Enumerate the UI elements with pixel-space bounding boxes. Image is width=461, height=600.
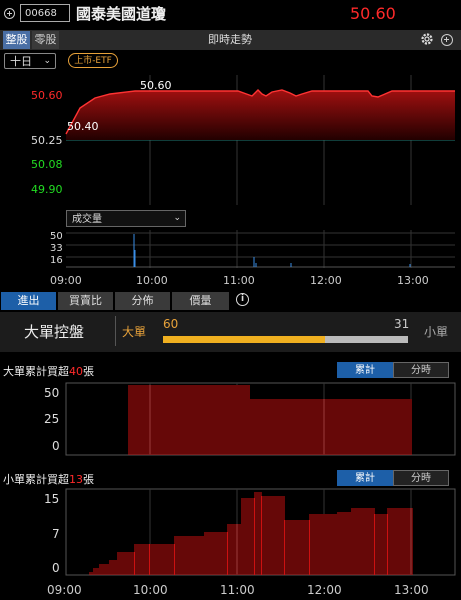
x-label-1300: 13:00 (397, 274, 429, 287)
tab-price-volume[interactable]: 價量 (172, 292, 229, 310)
small-chart-title-prefix: 小單累計買超 (3, 473, 69, 486)
high-annotation: 50.60 (140, 79, 172, 92)
gear-icon[interactable] (420, 32, 434, 46)
big-order-chart (65, 382, 456, 456)
range-select-value: 十日 (10, 55, 32, 68)
small-chart-title-value: 13 (69, 473, 83, 486)
stock-name: 國泰美國道瓊 (76, 5, 167, 23)
big-cumulative-button[interactable]: 累計 (337, 362, 393, 378)
volume-y-label-50: 50 (50, 231, 63, 242)
range-select[interactable]: 十日 ⌄ (4, 53, 56, 69)
current-price: 50.60 (350, 4, 396, 23)
price-y-label-mid: 50.08 (31, 158, 63, 171)
volume-select-value: 成交量 (72, 214, 102, 225)
x-label-1200: 12:00 (310, 274, 342, 287)
small-intraday-button[interactable]: 分時 (393, 470, 449, 486)
small-order-chart (65, 488, 456, 576)
bottom-x-label-1200: 12:00 (307, 583, 342, 597)
chevron-down-icon: ⌄ (173, 213, 181, 223)
big-order-label: 大單 (122, 325, 147, 339)
big-chart-title-value: 40 (69, 365, 83, 378)
small-chart-title-suffix: 張 (83, 473, 94, 486)
bottom-x-label-1300: 13:00 (394, 583, 429, 597)
bottom-x-label-0900: 09:00 (47, 583, 82, 597)
x-label-1100: 11:00 (223, 274, 255, 287)
price-y-label-high: 50.60 (31, 89, 63, 102)
control-title: 大單控盤 (24, 323, 85, 341)
volume-y-label-16: 16 (50, 255, 63, 266)
low-annotation: 50.40 (67, 120, 99, 133)
tab-odd-lot[interactable]: 零股 (32, 31, 59, 49)
tab-in-out[interactable]: 進出 (1, 292, 56, 310)
price-y-label-ref: 50.25 (31, 134, 63, 147)
stock-code-input[interactable]: 00668 (20, 4, 70, 22)
small-chart-title: 小單累計買超13張 (3, 471, 94, 487)
price-y-label-low: 49.90 (31, 183, 63, 196)
big-chart-title-prefix: 大單累計買超 (3, 365, 69, 378)
price-chart (65, 75, 455, 205)
small-order-label: 小單 (424, 325, 449, 339)
divider (115, 316, 116, 346)
add-icon[interactable] (4, 8, 15, 19)
chart-title: 即時走勢 (208, 33, 252, 46)
small-cumulative-button[interactable]: 累計 (337, 470, 393, 486)
ratio-bar-track (163, 336, 408, 343)
tab-whole-lot[interactable]: 整股 (3, 31, 30, 49)
volume-select[interactable]: 成交量 ⌄ (66, 210, 186, 227)
big-order-value: 60 (163, 317, 179, 331)
bottom-x-label-1100: 11:00 (220, 583, 255, 597)
small-order-value: 31 (394, 317, 410, 331)
tab-distribution[interactable]: 分佈 (115, 292, 170, 310)
volume-chart (66, 230, 455, 268)
x-label-1000: 10:00 (136, 274, 168, 287)
big-chart-title: 大單累計買超40張 (3, 363, 94, 379)
chevron-down-icon: ⌄ (43, 56, 51, 66)
big-chart-title-suffix: 張 (83, 365, 94, 378)
big-intraday-button[interactable]: 分時 (393, 362, 449, 378)
tab-buy-sell-ratio[interactable]: 買賣比 (58, 292, 113, 310)
bottom-x-label-1000: 10:00 (133, 583, 168, 597)
market-badge: 上市-ETF (68, 53, 118, 68)
add-chart-icon[interactable] (441, 34, 453, 46)
ratio-bar-fill (163, 336, 325, 343)
volume-y-label-33: 33 (50, 243, 63, 254)
info-icon[interactable]: i (236, 293, 249, 306)
x-label-0900: 09:00 (50, 274, 82, 287)
